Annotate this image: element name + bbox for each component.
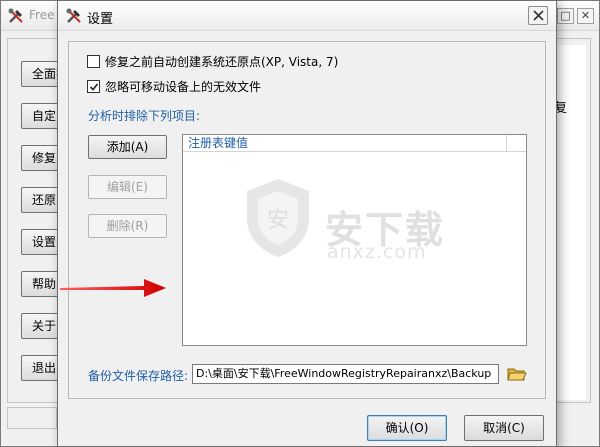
tools-icon (8, 8, 23, 23)
cancel-button[interactable]: 取消(C) (464, 415, 544, 441)
backup-path-label: 备份文件保存路径: (88, 369, 189, 383)
restore-point-label: 修复之前自动创建系统还原点(XP, Vista, 7) (105, 54, 339, 69)
restore-point-option[interactable]: 修复之前自动创建系统还原点(XP, Vista, 7) (87, 53, 338, 69)
column-header-registry-key[interactable]: 注册表键值 (183, 135, 507, 152)
dialog-titlebar[interactable]: 设置 (58, 1, 556, 31)
ignore-removable-checkbox[interactable] (87, 79, 100, 93)
tools-icon (66, 8, 81, 23)
dialog-close-button[interactable] (528, 6, 548, 25)
edit-button[interactable]: 编辑(E) (88, 175, 167, 199)
close-icon (533, 10, 544, 21)
list-header: 注册表键值 (183, 135, 526, 152)
folder-open-icon[interactable] (507, 365, 527, 383)
close-button[interactable]: ✕ (577, 8, 594, 24)
main-status-bar (7, 407, 57, 429)
checkmark-icon (89, 82, 99, 91)
restore-point-checkbox[interactable] (87, 54, 100, 68)
settings-dialog: 设置 修复之前自动创建系统还原点(XP, Vista, 7) 忽略可移动设备上的… (57, 0, 557, 447)
maximize-button[interactable]: □ (557, 8, 574, 24)
watermark-subtext: anxz.com (327, 241, 427, 263)
shield-logo-icon: 安 (247, 179, 309, 257)
ignore-removable-label: 忽略可移动设备上的无效文件 (105, 79, 262, 94)
exclude-items-label: 分析时排除下列项目: (88, 109, 201, 123)
red-arrow-icon (60, 279, 166, 297)
svg-text:安: 安 (267, 208, 289, 233)
ok-button[interactable]: 确认(O) (367, 415, 447, 441)
exclude-list[interactable]: 注册表键值 安 安下载 anxz.com (182, 134, 527, 346)
ignore-removable-option[interactable]: 忽略可移动设备上的无效文件 (87, 78, 261, 94)
main-window-title: Free (29, 8, 55, 22)
watermark: 安 安下载 anxz.com (243, 177, 473, 267)
dialog-title: 设置 (87, 12, 114, 27)
backup-path-input[interactable]: D:\桌面\安下载\FreeWindowRegistryRepairanxz\B… (192, 364, 499, 384)
delete-button[interactable]: 删除(R) (88, 214, 167, 238)
add-button[interactable]: 添加(A) (88, 135, 167, 159)
